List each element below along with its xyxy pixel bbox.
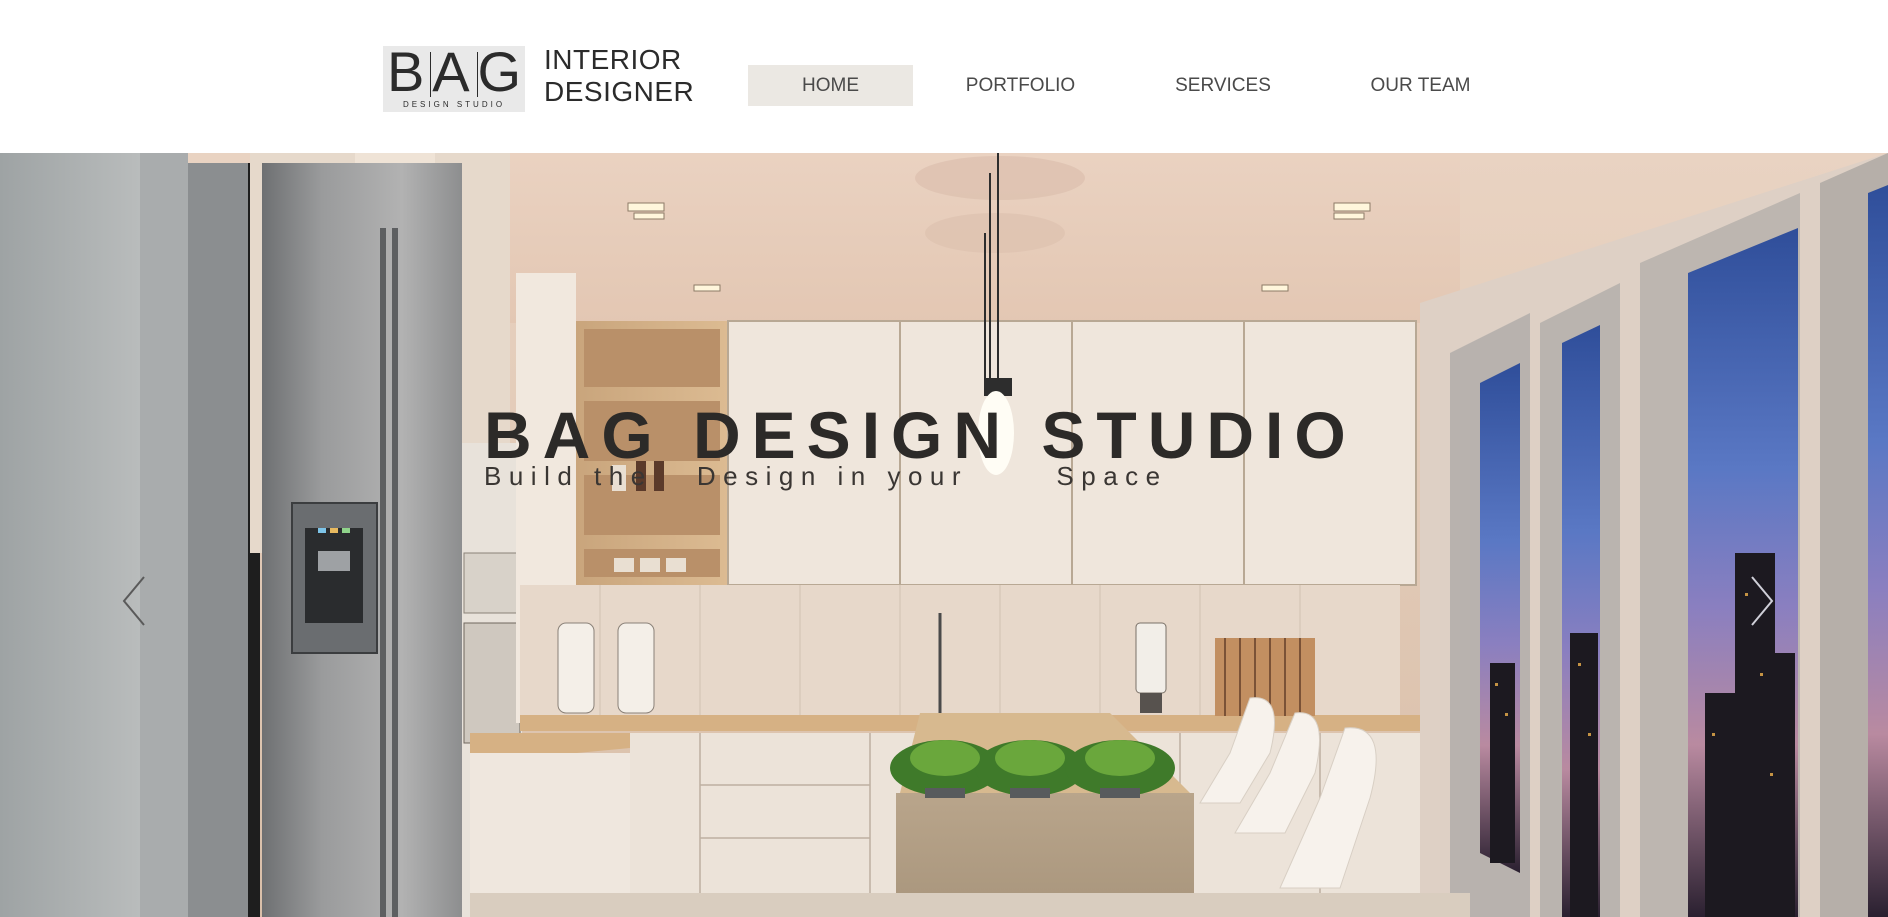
hero-slideshow: BAG DESIGN STUDIO Build the Design in yo… (0, 153, 1888, 917)
nav-item-home[interactable]: HOME (748, 65, 913, 106)
site-header: B A G DESIGN STUDIO INTERIOR DESIGNER HO… (0, 0, 1888, 153)
nav-item-services[interactable]: SERVICES (1128, 65, 1318, 106)
logo-subtitle: DESIGN STUDIO (402, 100, 506, 109)
brand-name-line2: DESIGNER (544, 76, 695, 107)
nav-item-label: PORTFOLIO (965, 74, 1076, 96)
nav-item-label: OUR TEAM (1370, 74, 1471, 96)
logo-letters: B A G (383, 40, 525, 103)
logo-divider (477, 52, 478, 97)
nav-item-our-team[interactable]: OUR TEAM (1318, 65, 1523, 106)
hero-subtitle: Build the Design in your Space (484, 461, 1168, 491)
main-nav: HOME PORTFOLIO SERVICES OUR TEAM (748, 65, 1523, 106)
nav-item-label: HOME (802, 74, 859, 96)
chevron-left-icon (122, 576, 145, 626)
nav-item-portfolio[interactable]: PORTFOLIO (913, 65, 1128, 106)
logo-letter-g: G (477, 40, 522, 103)
brand-name[interactable]: INTERIOR DESIGNER (544, 44, 694, 108)
logo[interactable]: B A G DESIGN STUDIO (383, 40, 525, 112)
hero-kitchen-image (0, 153, 1888, 917)
chevron-right-icon (1751, 576, 1774, 626)
brand-name-line1: INTERIOR (544, 44, 682, 75)
nav-item-label: SERVICES (1175, 74, 1271, 96)
next-slide-button[interactable] (1740, 573, 1780, 629)
logo-letter-a: A (432, 40, 470, 103)
prev-slide-button[interactable] (116, 573, 156, 629)
logo-divider (430, 52, 431, 97)
logo-letter-b: B (386, 40, 425, 103)
